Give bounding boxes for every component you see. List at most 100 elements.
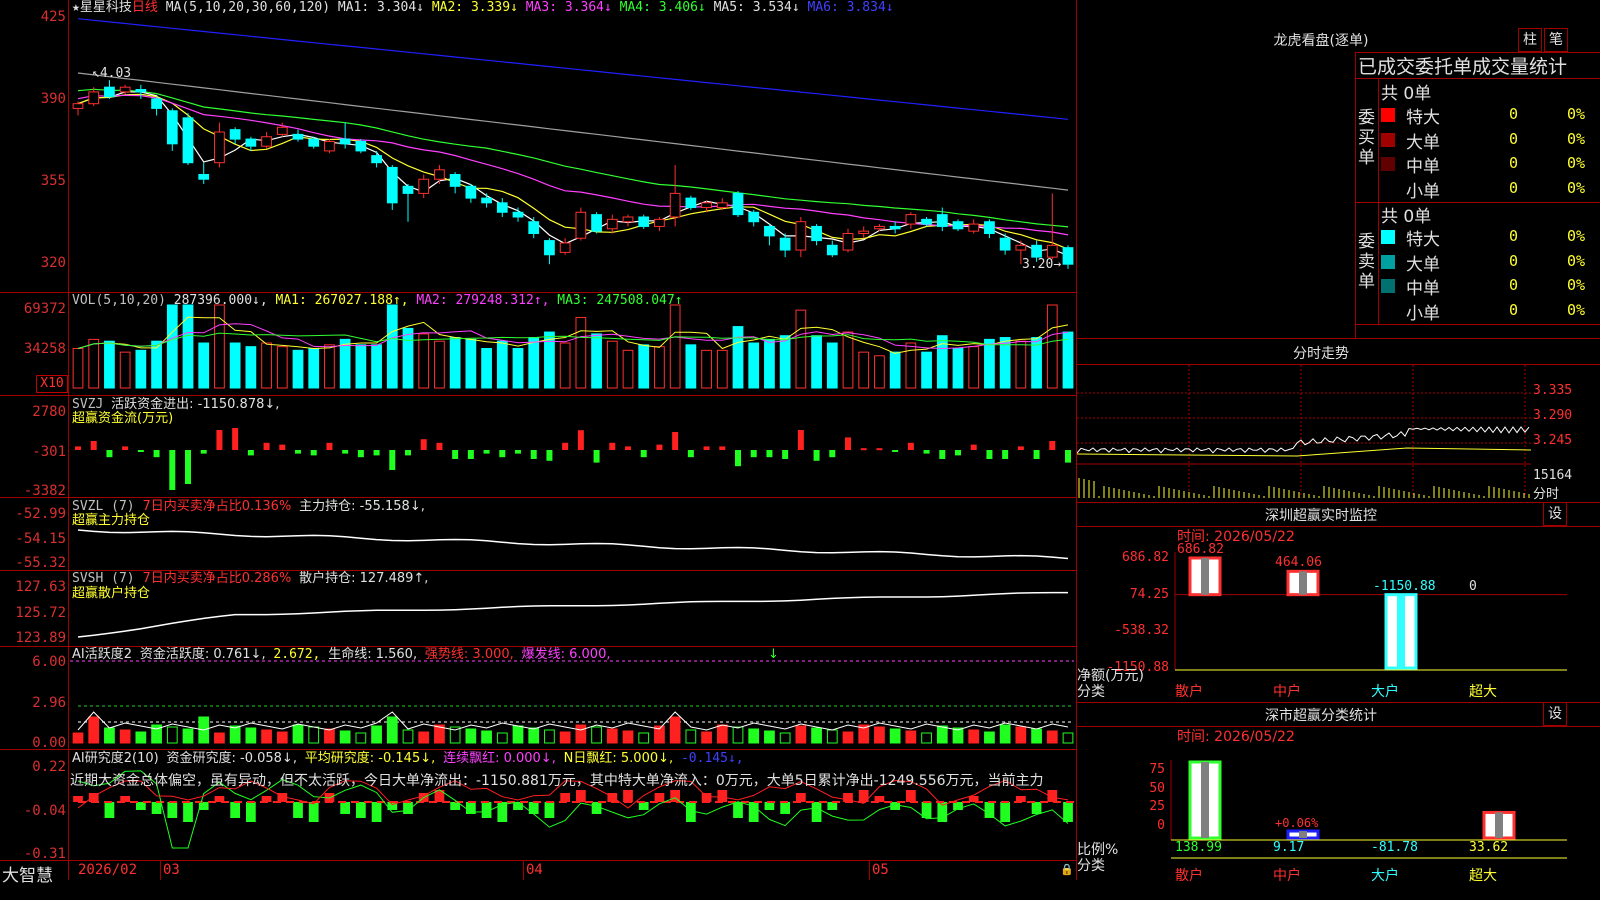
tick-mode-button[interactable]: 笔 <box>1544 28 1568 52</box>
fund-flow-bar <box>153 450 160 458</box>
ma-line-ma4 <box>77 88 1069 228</box>
ai2-tick: -0.04 <box>23 803 66 819</box>
fund-flow-bar <box>90 441 97 450</box>
period-label[interactable]: 日线 <box>132 0 158 15</box>
ai1-arrow-icon: ↓ <box>768 647 779 662</box>
order-count: 0 <box>1509 105 1519 123</box>
volume-bar <box>292 349 304 389</box>
fund-flow-bar <box>907 442 914 450</box>
volume-bar <box>371 344 382 389</box>
volume-bar <box>858 351 870 389</box>
volume-ma-line <box>77 323 1069 350</box>
order-count: 0 <box>1509 276 1519 294</box>
retail-holding-line <box>77 591 1068 638</box>
classify-tick: 50 <box>1149 780 1165 796</box>
candle-body <box>434 169 445 180</box>
lhkp-sep <box>1378 78 1379 324</box>
volume-bar <box>889 351 901 389</box>
activity-bar <box>606 728 618 744</box>
legend-swatch <box>1381 108 1395 122</box>
candle-body <box>984 221 995 235</box>
monitor-tick: -538.32 <box>1114 623 1169 639</box>
activity-bar <box>732 726 744 744</box>
svzj-tick: -3382 <box>23 483 66 499</box>
chart-area[interactable]: 425 390 355 320 ★星星科技日线 MA(5,10,20,30,60… <box>0 0 1077 880</box>
research-bar <box>245 802 256 822</box>
fund-flow-bar <box>420 439 427 450</box>
candle-body <box>889 225 901 230</box>
volume-bar <box>261 342 272 389</box>
fund-flow-bar <box>405 450 411 456</box>
candle-body <box>921 218 932 225</box>
ma-line-ma6 <box>77 18 1069 120</box>
svzl-tick: -55.32 <box>15 555 66 571</box>
svsh-label: SVSH (7) <box>72 571 135 586</box>
research-bar <box>355 802 366 818</box>
research-bar <box>544 802 555 818</box>
volume-bar <box>669 304 681 389</box>
fund-flow-bar <box>625 446 631 450</box>
order-size-label: 小单 <box>1406 181 1440 202</box>
volume-bar <box>229 342 241 389</box>
classify-value-label: 9.17 <box>1273 840 1305 855</box>
fund-flow-bar <box>986 450 993 459</box>
candle-body <box>795 221 807 251</box>
order-size-label: 中单 <box>1406 157 1440 177</box>
classify-panel: 深市超赢分类统计 设 时间: 2026/05/22 75 50 25 0 138.99 散… <box>1077 702 1600 900</box>
fund-flow-bar <box>829 450 836 458</box>
bar-mode-button[interactable]: 柱 <box>1518 28 1542 52</box>
volume-bar <box>496 340 508 389</box>
buy-total: 共 0单 <box>1381 84 1432 104</box>
activity-bar <box>245 727 257 744</box>
research-bar <box>921 802 932 818</box>
lock-icon[interactable]: 🔒 <box>1060 863 1074 876</box>
lhkp-sep <box>1355 324 1600 325</box>
fund-flow-bar <box>483 450 490 454</box>
fund-flow-bar <box>955 450 961 456</box>
vol-ma2: MA2: 279248.312↑, <box>416 293 550 308</box>
volume-bar <box>104 340 115 389</box>
ai1-label: AI活跃度2 <box>72 647 132 662</box>
activity-bar <box>968 729 980 744</box>
volume-bar <box>685 344 697 389</box>
research-bar <box>560 793 571 802</box>
activity-bar <box>716 724 728 744</box>
star-icon[interactable]: ★ <box>72 0 80 15</box>
activity-bar <box>622 730 634 744</box>
fund-flow-bar <box>436 442 443 450</box>
ai1-tick: 6.00 <box>32 654 66 670</box>
classify-tick: 75 <box>1149 762 1165 777</box>
activity-bar <box>496 732 508 744</box>
fund-flow-bar <box>813 450 820 461</box>
research-bar <box>827 802 838 810</box>
candle-body <box>968 223 980 232</box>
research-bar <box>230 802 241 818</box>
candle-body <box>544 240 555 256</box>
monitor-value-label: 686.82 <box>1177 542 1224 557</box>
volume-bar <box>528 337 540 389</box>
fenshi-panel[interactable]: 分时走势 3.335 3.290 3.245 15164 分时 <box>1077 338 1600 502</box>
date-tick: 03 <box>163 862 180 878</box>
candle-body <box>229 129 241 140</box>
activity-bar <box>1031 728 1042 744</box>
ai1-tick: 0.00 <box>32 735 66 751</box>
fund-flow-bar <box>656 444 663 450</box>
research-bar <box>701 793 712 802</box>
vol-unit[interactable]: X10 <box>36 375 68 393</box>
activity-bar <box>748 728 760 744</box>
activity-bar <box>685 729 697 744</box>
order-count: 0 <box>1509 154 1519 172</box>
fund-flow-bar <box>546 450 553 461</box>
candle-body <box>119 86 131 93</box>
fund-flow-bar <box>295 450 301 454</box>
candle-body <box>214 131 225 164</box>
candle-body <box>1062 247 1074 265</box>
candle-body <box>654 218 665 227</box>
monitor-bar-shade <box>1397 594 1405 668</box>
research-bar <box>654 793 665 802</box>
activity-bar <box>638 732 650 744</box>
activity-bar <box>764 730 775 744</box>
candle-body <box>1046 244 1058 258</box>
classify-bar-shade <box>1201 762 1209 838</box>
fenshi-tick: 3.245 <box>1533 433 1573 448</box>
